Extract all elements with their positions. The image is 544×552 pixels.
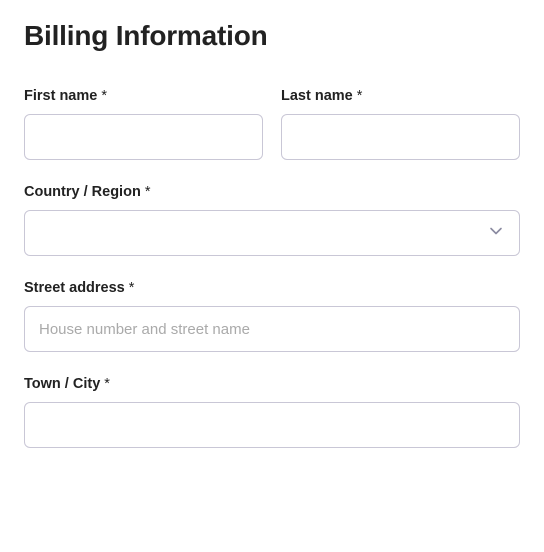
city-input[interactable]	[24, 402, 520, 448]
street-row: Street address *	[24, 280, 520, 352]
country-select[interactable]	[24, 210, 520, 256]
name-row: First name * Last name *	[24, 88, 520, 160]
required-mark: *	[145, 184, 151, 200]
country-select-wrap	[24, 210, 520, 256]
first-name-field: First name *	[24, 88, 263, 160]
country-label-text: Country / Region	[24, 184, 141, 200]
country-row: Country / Region *	[24, 184, 520, 256]
street-label-text: Street address	[24, 280, 125, 296]
last-name-input[interactable]	[281, 114, 520, 160]
last-name-label: Last name *	[281, 88, 520, 104]
first-name-label: First name *	[24, 88, 263, 104]
country-label: Country / Region *	[24, 184, 520, 200]
required-mark: *	[104, 376, 110, 392]
page-title: Billing Information	[24, 20, 520, 52]
country-field: Country / Region *	[24, 184, 520, 256]
street-input[interactable]	[24, 306, 520, 352]
street-field: Street address *	[24, 280, 520, 352]
city-row: Town / City *	[24, 376, 520, 448]
city-label: Town / City *	[24, 376, 520, 392]
first-name-input[interactable]	[24, 114, 263, 160]
first-name-label-text: First name	[24, 88, 97, 104]
required-mark: *	[101, 88, 107, 104]
street-label: Street address *	[24, 280, 520, 296]
city-field: Town / City *	[24, 376, 520, 448]
last-name-field: Last name *	[281, 88, 520, 160]
city-label-text: Town / City	[24, 376, 100, 392]
required-mark: *	[129, 280, 135, 296]
last-name-label-text: Last name	[281, 88, 353, 104]
required-mark: *	[357, 88, 363, 104]
